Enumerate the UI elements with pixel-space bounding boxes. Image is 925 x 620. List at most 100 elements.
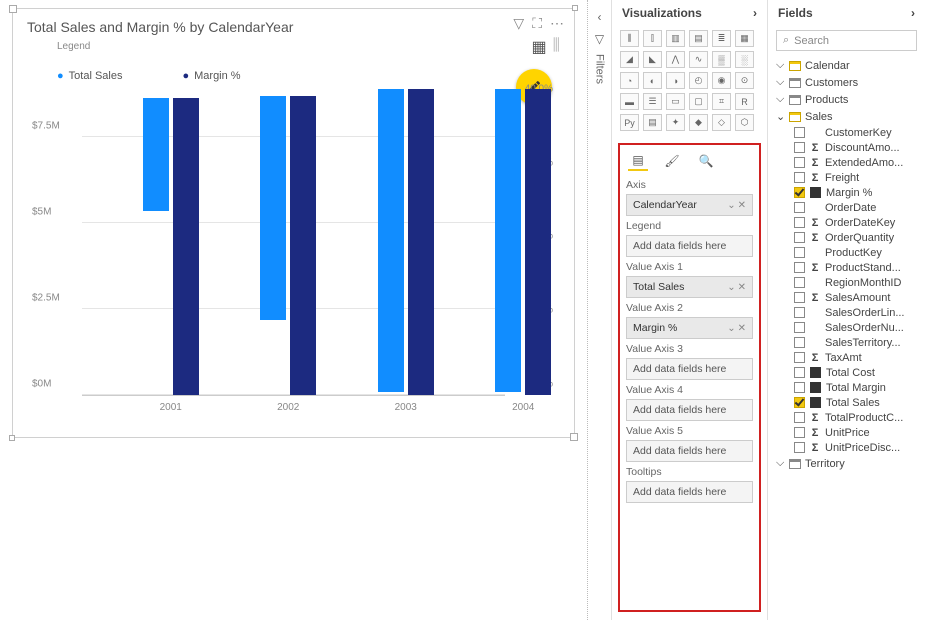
- viz-type-icon[interactable]: ⋀: [666, 51, 685, 68]
- field-item[interactable]: SalesOrderLin...: [776, 305, 921, 320]
- field-item[interactable]: ΣProductStand...: [776, 260, 921, 275]
- field-checkbox[interactable]: [794, 142, 805, 153]
- viz-type-icon[interactable]: ◐: [643, 72, 662, 89]
- value-axis-1-well[interactable]: Total Sales⌄✕: [626, 276, 753, 298]
- bar-margin-pct[interactable]: [408, 89, 434, 395]
- field-checkbox[interactable]: [794, 262, 805, 273]
- axis-well[interactable]: CalendarYear⌄✕: [626, 194, 753, 216]
- more-options-icon[interactable]: ⋯: [550, 15, 564, 32]
- value-axis-5-well[interactable]: Add data fields here: [626, 440, 753, 462]
- viz-type-icon[interactable]: ◇: [712, 114, 731, 131]
- field-item[interactable]: ΣSalesAmount: [776, 290, 921, 305]
- viz-type-icon[interactable]: ☰: [643, 93, 662, 110]
- filters-pane-collapsed[interactable]: ‹ ▽ Filters: [587, 0, 611, 620]
- field-checkbox[interactable]: [794, 307, 805, 318]
- field-checkbox[interactable]: [794, 397, 805, 408]
- viz-type-icon[interactable]: ▒: [712, 51, 731, 68]
- field-checkbox[interactable]: [794, 187, 805, 198]
- viz-type-icon[interactable]: ▤: [643, 114, 662, 131]
- remove-field-icon[interactable]: ✕: [738, 282, 746, 293]
- viz-type-icon[interactable]: ◆: [689, 114, 708, 131]
- viz-type-icon[interactable]: ⌗: [712, 93, 731, 110]
- viz-type-icon[interactable]: Py: [620, 114, 639, 131]
- viz-type-icon[interactable]: ◣: [643, 51, 662, 68]
- viz-type-icon[interactable]: ◔: [620, 72, 639, 89]
- format-tab-icon[interactable]: 🖌: [662, 151, 682, 171]
- viz-type-icon[interactable]: ▢: [689, 93, 708, 110]
- tooltips-well[interactable]: Add data fields here: [626, 481, 753, 503]
- field-item[interactable]: Total Cost: [776, 365, 921, 380]
- legend-item-1[interactable]: Total Sales: [57, 70, 122, 82]
- bar-margin-pct[interactable]: [290, 96, 316, 395]
- bar-margin-pct[interactable]: [173, 98, 199, 395]
- table-products[interactable]: ⌵Products: [776, 91, 921, 108]
- field-checkbox[interactable]: [794, 367, 805, 378]
- expand-icon[interactable]: ‹: [598, 10, 602, 24]
- field-checkbox[interactable]: [794, 247, 805, 258]
- viz-type-icon[interactable]: ▤: [689, 30, 708, 47]
- remove-field-icon[interactable]: ✕: [738, 200, 746, 211]
- fields-tab-icon[interactable]: ▤: [628, 151, 648, 171]
- field-checkbox[interactable]: [794, 172, 805, 183]
- bar-total-sales[interactable]: [495, 89, 521, 392]
- viz-type-icon[interactable]: ▦: [735, 30, 754, 47]
- viz-type-icon[interactable]: ▭: [666, 93, 685, 110]
- viz-type-icon[interactable]: ≣: [712, 30, 731, 47]
- field-checkbox[interactable]: [794, 292, 805, 303]
- fields-search-input[interactable]: ⌕ Search: [776, 30, 917, 51]
- viz-type-icon[interactable]: ⫿: [643, 30, 662, 47]
- field-item[interactable]: SalesTerritory...: [776, 335, 921, 350]
- viz-type-icon[interactable]: ⊙: [735, 72, 754, 89]
- bar-total-sales[interactable]: [260, 96, 286, 320]
- field-checkbox[interactable]: [794, 352, 805, 363]
- bar-view-icon[interactable]: ⫼: [553, 37, 560, 57]
- field-item[interactable]: Total Sales: [776, 395, 921, 410]
- field-item[interactable]: ΣUnitPriceDisc...: [776, 440, 921, 455]
- field-checkbox[interactable]: [794, 427, 805, 438]
- field-item[interactable]: ΣOrderDateKey: [776, 215, 921, 230]
- chart-plot-area[interactable]: $0M$2.5M$5M$7.5M0.0%10.0%20.0%30.0%40.0%…: [82, 86, 505, 396]
- field-item[interactable]: ΣDiscountAmo...: [776, 140, 921, 155]
- field-item[interactable]: SalesOrderNu...: [776, 320, 921, 335]
- table-sales[interactable]: ⌄Sales: [776, 108, 921, 125]
- field-checkbox[interactable]: [794, 217, 805, 228]
- field-checkbox[interactable]: [794, 232, 805, 243]
- viz-type-icon[interactable]: ⬡: [735, 114, 754, 131]
- value-axis-3-well[interactable]: Add data fields here: [626, 358, 753, 380]
- field-checkbox[interactable]: [794, 337, 805, 348]
- viz-type-icon[interactable]: ✦: [666, 114, 685, 131]
- table-calendar[interactable]: ⌵Calendar: [776, 57, 921, 74]
- chevron-down-icon[interactable]: ⌄: [727, 323, 735, 334]
- viz-type-icon[interactable]: R: [735, 93, 754, 110]
- legend-well[interactable]: Add data fields here: [626, 235, 753, 257]
- field-item[interactable]: ΣExtendedAmo...: [776, 155, 921, 170]
- viz-type-icon[interactable]: ◉: [712, 72, 731, 89]
- field-checkbox[interactable]: [794, 127, 805, 138]
- value-axis-2-well[interactable]: Margin %⌄✕: [626, 317, 753, 339]
- viz-type-icon[interactable]: ◑: [666, 72, 685, 89]
- field-checkbox[interactable]: [794, 202, 805, 213]
- field-item[interactable]: CustomerKey: [776, 125, 921, 140]
- field-item[interactable]: ΣOrderQuantity: [776, 230, 921, 245]
- table-territory[interactable]: ⌵Territory: [776, 455, 921, 472]
- field-item[interactable]: ProductKey: [776, 245, 921, 260]
- field-item[interactable]: Margin %: [776, 185, 921, 200]
- field-item[interactable]: RegionMonthID: [776, 275, 921, 290]
- remove-field-icon[interactable]: ✕: [738, 323, 746, 334]
- bar-margin-pct[interactable]: [525, 89, 551, 395]
- collapse-icon[interactable]: ›: [911, 6, 915, 20]
- field-item[interactable]: ΣFreight: [776, 170, 921, 185]
- field-item[interactable]: ΣTaxAmt: [776, 350, 921, 365]
- field-checkbox[interactable]: [794, 322, 805, 333]
- chevron-down-icon[interactable]: ⌄: [727, 200, 735, 211]
- field-checkbox[interactable]: [794, 277, 805, 288]
- field-checkbox[interactable]: [794, 382, 805, 393]
- analytics-tab-icon[interactable]: 🔍: [696, 151, 716, 171]
- viz-type-icon[interactable]: ∿: [689, 51, 708, 68]
- report-canvas[interactable]: Total Sales and Margin % by CalendarYear…: [0, 0, 587, 620]
- chevron-down-icon[interactable]: ⌄: [727, 282, 735, 293]
- viz-type-icon[interactable]: ▥: [666, 30, 685, 47]
- field-item[interactable]: OrderDate: [776, 200, 921, 215]
- viz-type-icon[interactable]: ◴: [689, 72, 708, 89]
- field-item[interactable]: Total Margin: [776, 380, 921, 395]
